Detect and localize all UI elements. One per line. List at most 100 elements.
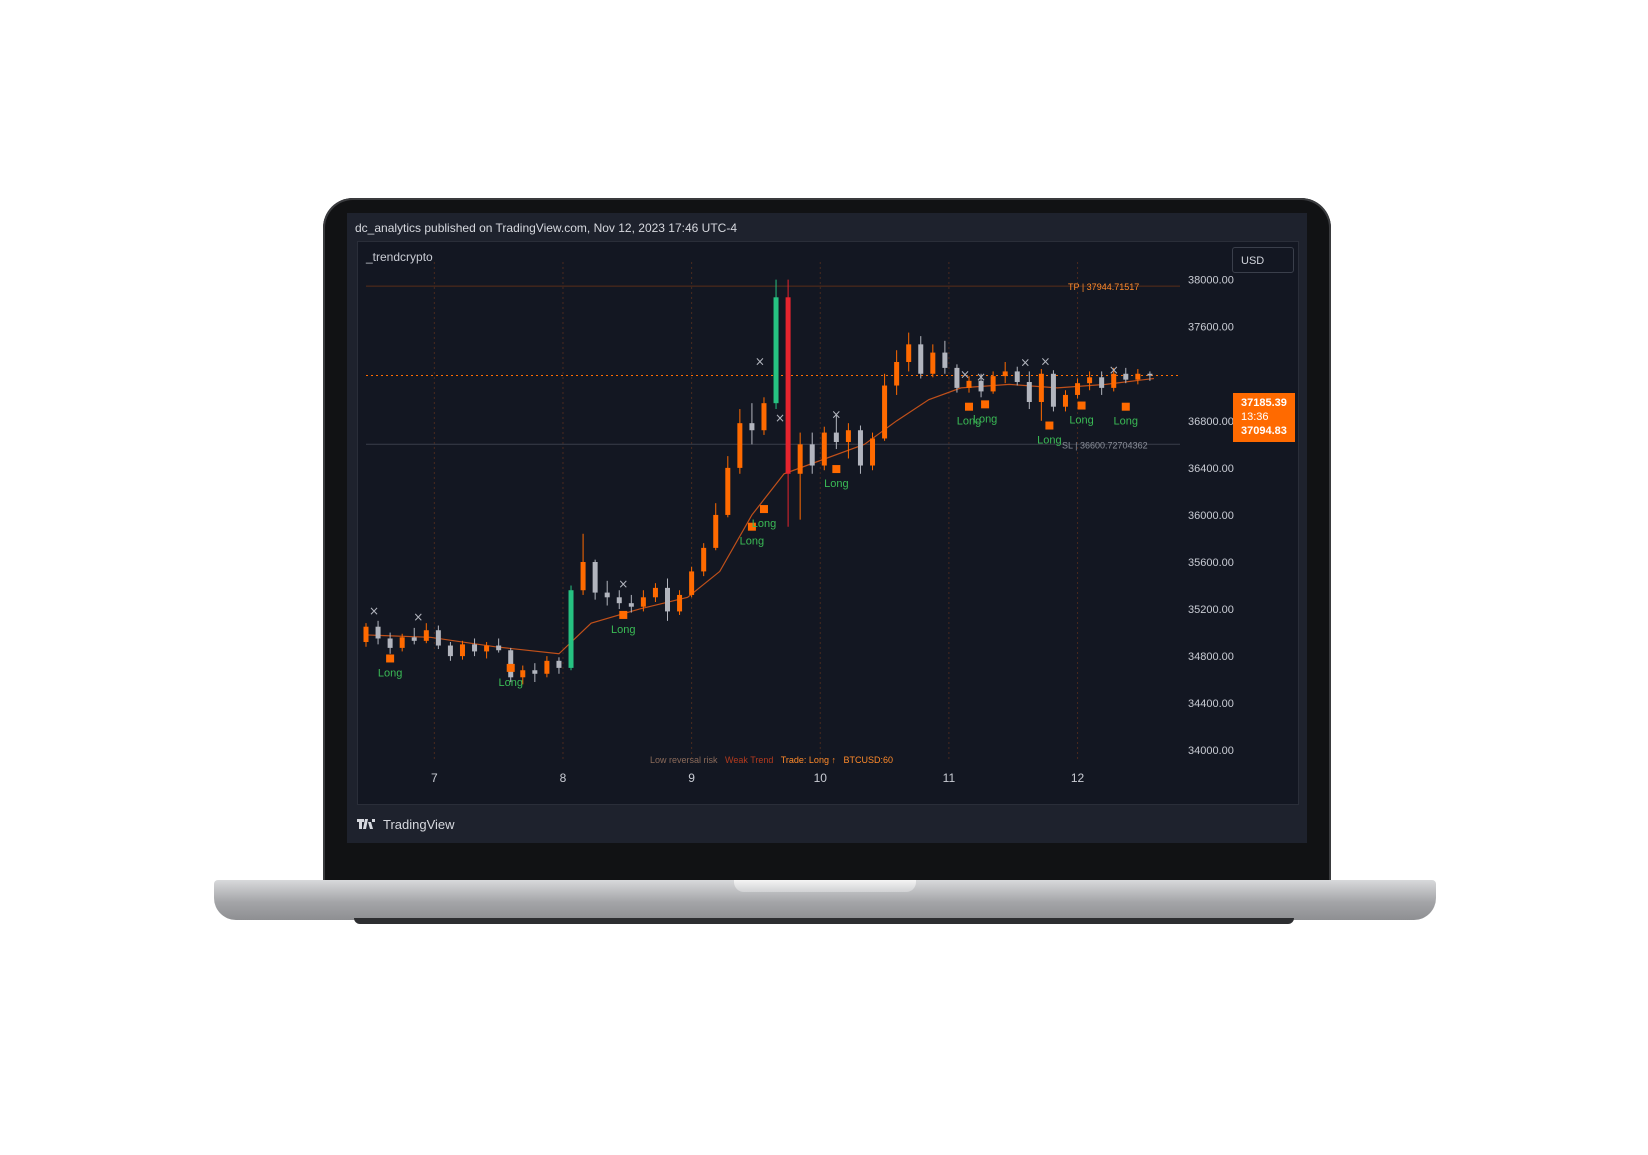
- long-signal-label: Long: [740, 536, 764, 548]
- y-tick-label: 36400.00: [1188, 463, 1234, 475]
- tp-label: TP | 37944.71517: [1068, 282, 1139, 292]
- candle-body: [737, 423, 743, 468]
- long-signal-marker: [1121, 402, 1130, 411]
- laptop-base-notch: [734, 880, 916, 892]
- candle-body: [665, 587, 670, 612]
- exit-marker: ×: [1040, 355, 1050, 369]
- long-signal-label: Long: [824, 478, 848, 490]
- y-tick-label: 37600.00: [1188, 322, 1234, 334]
- x-tick-label: 7: [431, 771, 438, 785]
- tradingview-brand: TradingView: [383, 816, 455, 832]
- candle-body: [821, 432, 827, 466]
- x-tick-label: 9: [688, 771, 695, 785]
- exit-marker: ×: [775, 411, 785, 425]
- long-signal-marker: [981, 400, 990, 409]
- candle-body: [580, 562, 586, 591]
- candle-body: [1099, 377, 1105, 388]
- x-tick-label: 12: [1071, 771, 1085, 785]
- candle-body: [1075, 383, 1081, 395]
- candle-body: [447, 645, 453, 657]
- candle-body: [785, 297, 791, 474]
- candle-body: [459, 644, 465, 657]
- candle-body: [797, 444, 803, 474]
- currency-button[interactable]: USD: [1232, 247, 1294, 273]
- candle-body: [882, 385, 888, 439]
- long-signal-marker: [506, 663, 515, 672]
- x-tick-label: 11: [943, 771, 956, 785]
- candle-body: [930, 352, 936, 374]
- candle-body: [363, 626, 369, 642]
- candle-body: [857, 430, 863, 466]
- candle-body: [1147, 373, 1153, 376]
- exit-marker: ×: [413, 610, 423, 624]
- exit-marker: ×: [960, 367, 970, 381]
- long-signal-marker: [832, 465, 841, 474]
- candle-body: [1062, 394, 1068, 407]
- candle-body: [1026, 382, 1032, 402]
- status-symbol: BTCUSD:60: [843, 755, 893, 765]
- long-signal-label: Long: [973, 413, 997, 425]
- candle-body: [544, 660, 550, 674]
- laptop-base-foot: [354, 918, 1294, 924]
- candle-body: [942, 352, 948, 368]
- candle-body: [484, 645, 490, 652]
- candle-body: [677, 594, 683, 612]
- candle-body: [954, 367, 960, 388]
- candle-body: [894, 362, 900, 386]
- candle-body: [870, 438, 876, 466]
- candle-body: [1038, 373, 1044, 402]
- candle-body: [652, 587, 658, 598]
- exit-marker: ×: [755, 355, 765, 369]
- candle-body: [411, 637, 417, 641]
- candle-body: [508, 650, 514, 678]
- sl-label: SL | 36600.72704362: [1062, 440, 1148, 450]
- candle-body: [387, 638, 393, 648]
- candle-body: [966, 380, 972, 388]
- y-tick-label: 35200.00: [1188, 604, 1234, 616]
- long-signal-marker: [1045, 421, 1054, 430]
- candle-body: [1002, 371, 1008, 377]
- candle-body: [833, 432, 839, 442]
- candle-body: [628, 603, 634, 607]
- exit-marker: ×: [1109, 363, 1119, 377]
- reference-price: 37094.83: [1241, 425, 1287, 437]
- candle-body: [809, 444, 815, 466]
- y-tick-label: 34800.00: [1188, 651, 1234, 663]
- candle-countdown: 13:36: [1241, 411, 1269, 423]
- y-tick-label: 35600.00: [1188, 557, 1234, 569]
- candle-body: [423, 630, 429, 641]
- footer: TradingView: [357, 813, 455, 835]
- x-tick-label: 10: [814, 771, 828, 785]
- candle-body: [568, 590, 574, 668]
- long-signal-label: Long: [1069, 415, 1093, 427]
- long-signal-label: Long: [1114, 416, 1138, 428]
- candle-body: [616, 597, 622, 604]
- long-signal-marker: [1077, 401, 1086, 410]
- y-tick-label: 38000.00: [1188, 275, 1234, 287]
- candle-body: [725, 467, 731, 515]
- candle-body: [761, 403, 767, 431]
- status-reversal: Low reversal risk: [650, 755, 718, 765]
- candle-body: [556, 660, 562, 668]
- candle-body: [399, 637, 405, 648]
- long-signal-label: Long: [498, 677, 522, 689]
- last-price-badge: 37185.39 13:36 37094.83: [1233, 393, 1295, 442]
- candle-body: [701, 547, 707, 572]
- long-signal-marker: [759, 505, 768, 514]
- candle-body: [1087, 377, 1093, 384]
- ema-line: [365, 377, 1154, 655]
- long-signal-label: Long: [611, 624, 635, 636]
- candle-body: [640, 597, 646, 607]
- status-trade: Trade: Long ↑: [780, 755, 836, 765]
- y-tick-label: 34000.00: [1188, 745, 1234, 757]
- candle-body: [496, 645, 502, 651]
- candle-body: [1014, 371, 1020, 382]
- price-chart[interactable]: 7 8 9 10 11 12 38000.00 37600.00 36800.00 36400.0…: [358, 242, 1298, 804]
- y-tick-label: 36000.00: [1188, 510, 1234, 522]
- candle-body: [906, 344, 912, 362]
- chart-name: _trendcrypto: [366, 250, 433, 264]
- candle-body: [604, 592, 610, 598]
- candle-body: [990, 376, 996, 392]
- y-tick-label: 34400.00: [1188, 698, 1234, 710]
- chart-panel[interactable]: 7 8 9 10 11 12 38000.00 37600.00 36800.00 36400.0…: [357, 241, 1299, 805]
